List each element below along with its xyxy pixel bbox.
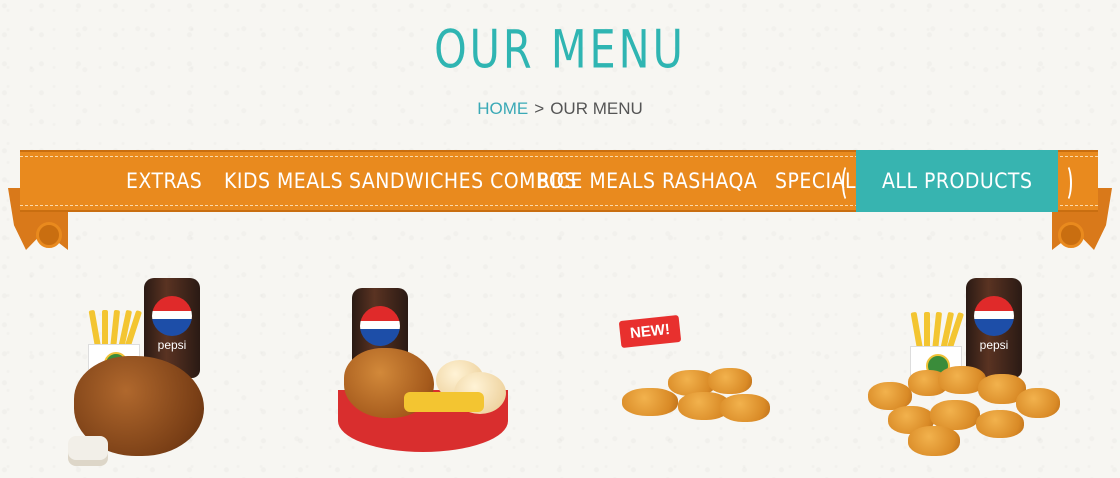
drink-brand: pepsi — [979, 338, 1009, 352]
nugget-image — [908, 426, 960, 456]
product-card-grilled-chicken-meal[interactable]: pepsi — [60, 270, 260, 478]
nav-item-all-products[interactable]: ALL PRODUCTS — [841, 150, 1073, 212]
breadcrumb-separator: > — [534, 99, 545, 118]
page-title: OUR MENU — [434, 17, 686, 81]
category-nav: EXTRAS KIDS MEALS SANDWICHES COMBOS RICE… — [0, 150, 1120, 212]
breadcrumb: HOME > OUR MENU — [0, 99, 1120, 119]
breadcrumb-home-link[interactable]: HOME — [477, 99, 528, 118]
nugget-image — [622, 388, 678, 416]
nav-item-specials[interactable]: SPECIALS — [775, 150, 869, 212]
nav-item-rashaqa[interactable]: RASHAQA — [662, 150, 757, 212]
product-card-nuggets[interactable]: NEW! — [612, 270, 812, 478]
ribbon-curl-left — [36, 222, 62, 248]
breadcrumb-current: OUR MENU — [550, 99, 643, 118]
nav-item-extras[interactable]: EXTRAS — [126, 150, 202, 212]
fries-image — [404, 392, 484, 412]
pepsi-logo-icon — [974, 296, 1014, 336]
nav-item-kids-meals[interactable]: KIDS MEALS — [224, 150, 343, 212]
nugget-image — [720, 394, 770, 422]
nugget-image — [1016, 388, 1060, 418]
product-card-fried-chicken-basket-meal[interactable]: pepsi — [324, 270, 524, 478]
pepsi-logo-icon — [152, 296, 192, 336]
nav-item-rice-meals[interactable]: RICE MEALS — [537, 150, 656, 212]
new-badge: NEW! — [618, 314, 682, 349]
nugget-image — [976, 410, 1024, 438]
drink-brand: pepsi — [157, 338, 187, 352]
nugget-image — [708, 368, 752, 394]
ribbon-curl-right — [1058, 222, 1084, 248]
drink-cup: pepsi — [966, 278, 1022, 378]
sauce-cup — [68, 436, 108, 466]
pepsi-logo-icon — [360, 306, 400, 346]
product-card-nuggets-meal[interactable]: pepsi — [868, 270, 1068, 478]
